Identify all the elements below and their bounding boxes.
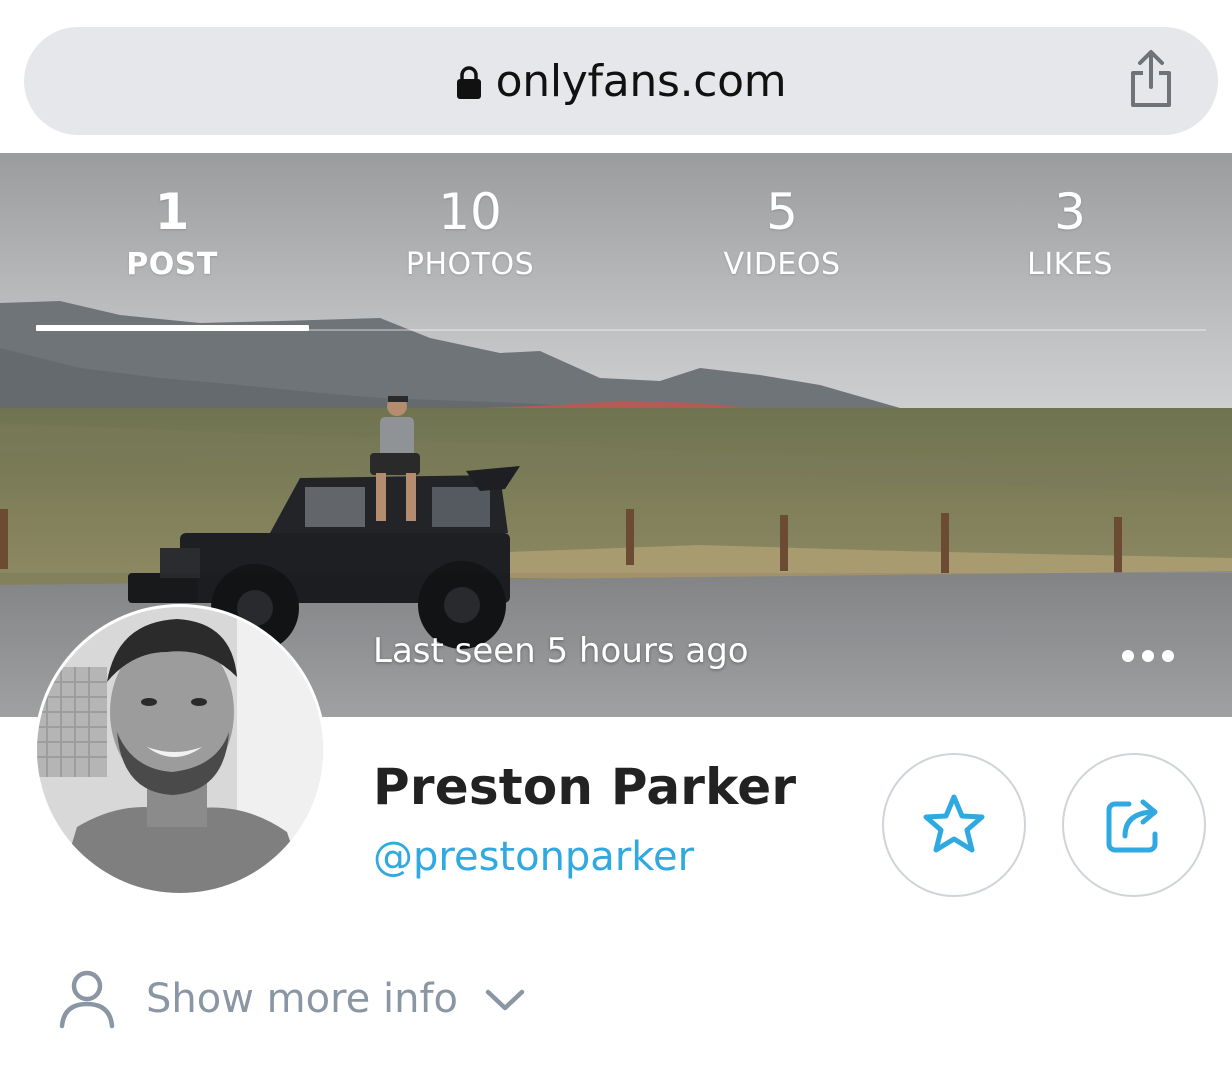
post-label: POST <box>126 247 218 282</box>
browser-bar: onlyfans.com <box>0 0 1232 153</box>
share-profile-icon <box>1106 799 1158 853</box>
tab-photos[interactable]: 10 PHOTOS <box>340 181 600 287</box>
user-icon <box>59 970 115 1029</box>
show-more-info-label: Show more info <box>146 976 458 1022</box>
last-seen-status: Last seen 5 hours ago <box>373 631 749 671</box>
lock-icon <box>456 66 481 99</box>
videos-count: 5 <box>766 183 798 241</box>
chevron-down-icon <box>485 989 525 1011</box>
likes-label: LIKES <box>1027 247 1113 282</box>
show-more-info-toggle[interactable]: Show more info <box>58 964 526 1034</box>
profile-stats-tabs: 1 POST 10 PHOTOS 5 VIDEOS 3 LIKES <box>0 153 1232 333</box>
active-tab-indicator <box>36 325 309 331</box>
favorite-button[interactable] <box>882 753 1026 897</box>
photos-label: PHOTOS <box>405 247 535 282</box>
likes-count: 3 <box>1054 183 1086 241</box>
tab-videos[interactable]: 5 VIDEOS <box>652 181 912 287</box>
url-text: onlyfans.com <box>495 55 787 107</box>
url-bar[interactable]: onlyfans.com <box>24 27 1218 135</box>
profile-handle[interactable]: @prestonparker <box>373 834 694 880</box>
profile-name: Preston Parker <box>373 758 797 816</box>
post-count: 1 <box>154 183 190 241</box>
more-dots-icon[interactable] <box>1122 643 1174 669</box>
avatar[interactable] <box>34 604 326 896</box>
tab-likes[interactable]: 3 LIKES <box>940 181 1200 287</box>
share-icon[interactable] <box>1126 47 1176 111</box>
share-profile-button[interactable] <box>1062 753 1206 897</box>
videos-label: VIDEOS <box>723 247 841 282</box>
star-icon <box>923 794 985 853</box>
avatar-image <box>37 607 323 893</box>
tab-post[interactable]: 1 POST <box>42 181 302 287</box>
photos-count: 10 <box>438 183 502 241</box>
